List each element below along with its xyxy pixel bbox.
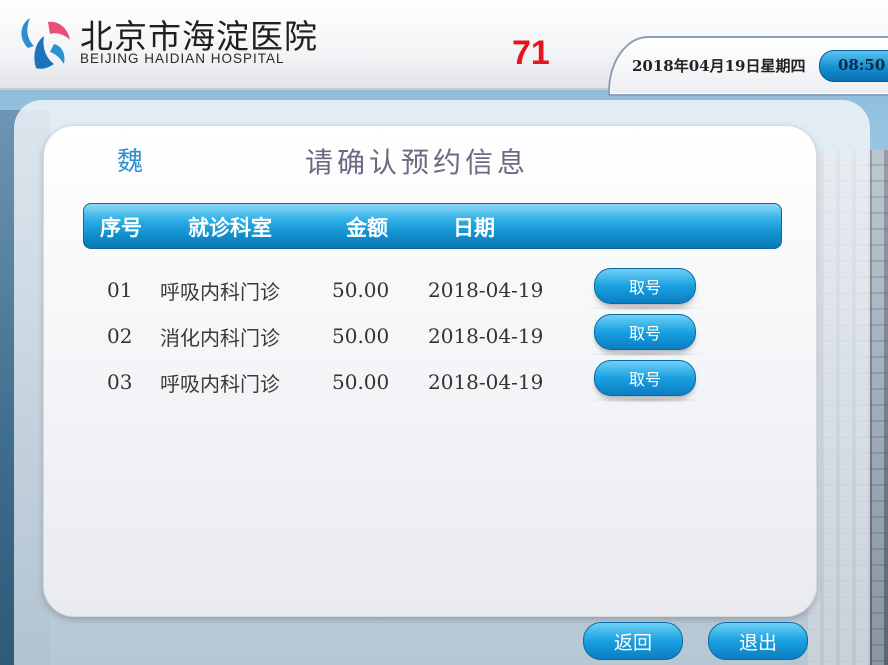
row-no: 03 <box>107 370 133 394</box>
button-shadow <box>584 306 708 310</box>
row-no: 01 <box>107 278 133 302</box>
column-header-no: 序号 <box>100 215 142 240</box>
button-shadow <box>584 398 708 402</box>
column-header-date: 日期 <box>453 215 495 240</box>
row-amount: 50.00 <box>332 370 390 394</box>
take-number-button[interactable]: 取号 <box>594 268 696 304</box>
current-date: 2018年04月19日星期四 <box>632 57 806 75</box>
exit-button[interactable]: 退出 <box>708 622 808 660</box>
current-time: 08:50 <box>838 56 886 74</box>
row-date: 2018-04-19 <box>428 278 544 302</box>
column-header-dept: 就诊科室 <box>188 215 272 240</box>
row-dept: 消化内科门诊 <box>160 326 280 350</box>
queue-number: 71 <box>512 34 550 72</box>
page-title: 请确认预约信息 <box>305 146 530 179</box>
back-button[interactable]: 返回 <box>583 622 683 660</box>
column-header-amount: 金额 <box>346 215 388 240</box>
row-amount: 50.00 <box>332 324 390 348</box>
row-date: 2018-04-19 <box>428 370 544 394</box>
row-no: 02 <box>107 324 133 348</box>
row-amount: 50.00 <box>332 278 390 302</box>
patient-name: 魏 <box>117 147 144 177</box>
row-date: 2018-04-19 <box>428 324 544 348</box>
hospital-name-en: BEIJING HAIDIAN HOSPITAL <box>80 51 285 66</box>
take-number-button[interactable]: 取号 <box>594 360 696 396</box>
hospital-logo-icon <box>21 18 70 69</box>
row-dept: 呼吸内科门诊 <box>160 372 280 396</box>
take-number-button[interactable]: 取号 <box>594 314 696 350</box>
button-shadow <box>584 352 708 356</box>
row-dept: 呼吸内科门诊 <box>160 280 280 304</box>
